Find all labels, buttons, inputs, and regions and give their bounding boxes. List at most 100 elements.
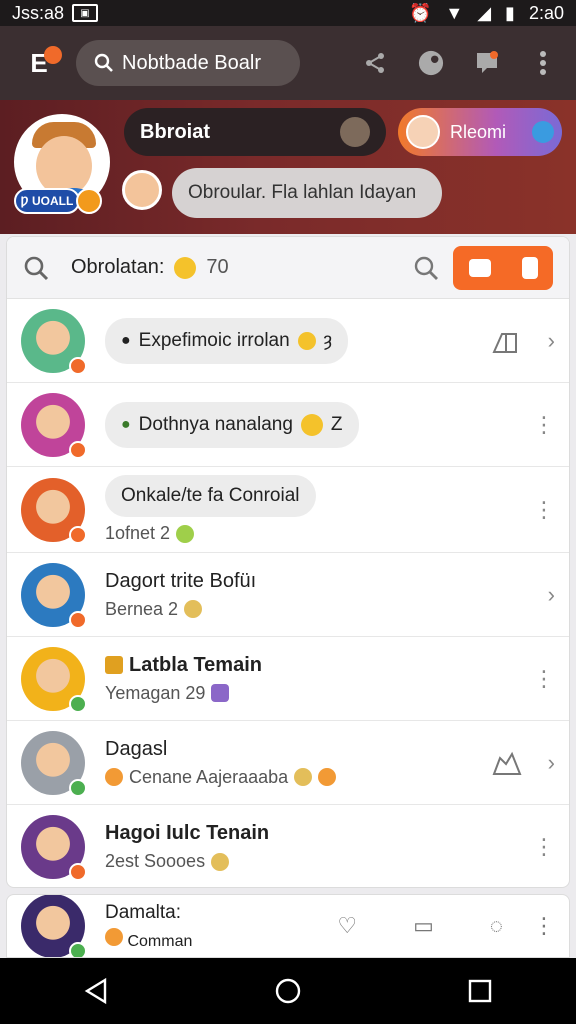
search-icon[interactable] bbox=[23, 255, 49, 281]
battery-icon: ▮ bbox=[505, 2, 515, 23]
back-icon bbox=[84, 977, 107, 1005]
message-trail: ȝ bbox=[323, 329, 332, 351]
alarm-icon: ⏰ bbox=[408, 2, 432, 23]
tag-emoji-icon bbox=[105, 656, 123, 674]
contact-name: Dagort trite Bofüı bbox=[105, 569, 257, 592]
emoji-icon bbox=[105, 927, 123, 946]
message-text: Onkale/te fa Conroial bbox=[121, 485, 300, 506]
search-icon bbox=[94, 53, 113, 72]
more-vert-icon[interactable]: ⋮ bbox=[533, 834, 555, 860]
star-emoji-icon bbox=[105, 768, 123, 786]
notification-icon bbox=[477, 51, 498, 73]
chat-row[interactable]: Hagoi Iulc Tenain 2est Soooes ⋮ bbox=[7, 805, 569, 887]
avatar bbox=[21, 895, 87, 957]
message-text: Dothnya nanalang bbox=[138, 413, 293, 435]
message-preview: Bernea 2 bbox=[105, 598, 179, 619]
more-options-button[interactable] bbox=[530, 50, 556, 76]
message-bubble: Onkale/te fa Conroial bbox=[105, 475, 316, 517]
chat-row[interactable]: Onkale/te fa Conroial 1ofnet 2 ⋮ bbox=[7, 467, 569, 553]
avatar bbox=[21, 308, 87, 375]
message-preview: Comman bbox=[127, 932, 193, 950]
avatar bbox=[21, 646, 87, 713]
profile-chip[interactable]: Rleomi bbox=[398, 108, 562, 156]
comment-icon[interactable]: ▭ bbox=[413, 913, 434, 939]
avatar bbox=[21, 562, 87, 629]
sticker-button[interactable] bbox=[418, 50, 444, 76]
small-avatar[interactable] bbox=[122, 170, 162, 210]
logo-badge-icon bbox=[44, 46, 62, 64]
profile-name: Bbroiat bbox=[140, 120, 210, 143]
contact-name: Hagoi Iulc Tenain bbox=[105, 822, 270, 844]
system-nav-bar bbox=[0, 958, 576, 1024]
recents-button[interactable] bbox=[460, 971, 500, 1011]
message-preview: 1ofnet 2 bbox=[105, 523, 171, 543]
message-text: Expefimoic irrolan bbox=[138, 329, 290, 351]
wifi-icon: ▼ bbox=[445, 2, 464, 23]
message-preview: Cenane Aajeraaaba bbox=[129, 766, 289, 787]
more-vert-icon bbox=[540, 51, 546, 75]
search-icon[interactable] bbox=[413, 255, 439, 281]
chat-row[interactable]: Latbla Temain Yemagan 29 ⋮ bbox=[7, 637, 569, 721]
badge-coin-icon bbox=[76, 188, 102, 214]
more-vert-icon[interactable]: ⋮ bbox=[533, 913, 555, 939]
message-bubble: ● Dothnya nanalang Z bbox=[105, 401, 359, 448]
chat-row-partial[interactable]: Damalta: Comman ♡ ▭ ◌ ⋮ bbox=[6, 894, 570, 958]
avatar bbox=[21, 392, 87, 459]
sticker-icon bbox=[418, 50, 444, 76]
chat-list-title: Obrolatan: bbox=[71, 256, 165, 278]
contact-name: Dagasl bbox=[105, 737, 168, 760]
mini-avatar-icon bbox=[340, 117, 370, 147]
message-preview: Yemagan 29 bbox=[105, 682, 206, 703]
chat-row[interactable]: ● Expefimoic irrolan ȝ › bbox=[7, 299, 569, 383]
avatar bbox=[21, 730, 87, 797]
bookmark-icon bbox=[521, 256, 538, 279]
status-time-left: Jss:a8 bbox=[12, 2, 65, 23]
profile-name-pill[interactable]: Bbroiat bbox=[124, 108, 386, 156]
contact-name: Latbla Temain bbox=[129, 653, 262, 676]
chip-avatar bbox=[406, 115, 440, 149]
bubble-icon[interactable]: ◌ bbox=[490, 913, 503, 939]
home-button[interactable] bbox=[268, 971, 308, 1011]
chat-icon bbox=[468, 258, 491, 277]
share-button[interactable] bbox=[362, 50, 388, 76]
recents-icon bbox=[468, 979, 492, 1003]
cloud-icon[interactable] bbox=[492, 750, 522, 776]
avatar bbox=[21, 815, 87, 881]
heart-icon[interactable]: ♡ bbox=[337, 913, 357, 939]
chevron-right-icon[interactable]: › bbox=[548, 328, 555, 354]
chat-row[interactable]: ● Dothnya nanalang Z ⋮ bbox=[7, 383, 569, 467]
message-trail: Z bbox=[330, 413, 343, 435]
copy-icon[interactable] bbox=[492, 328, 522, 354]
status-bar: Jss:a8 ▣ ⏰ ▼ ◢ ▮ 2:a0 bbox=[0, 0, 576, 26]
coin-emoji-icon bbox=[184, 600, 203, 618]
notification-button[interactable] bbox=[474, 50, 500, 76]
chat-row[interactable]: Dagort trite Bofüı Bernea 2 › bbox=[7, 553, 569, 637]
status-time-right: 2:a0 bbox=[528, 2, 564, 23]
back-button[interactable] bbox=[76, 971, 116, 1011]
chevron-right-icon[interactable]: › bbox=[548, 750, 555, 776]
search-text: Nobtbade Boalr bbox=[122, 51, 261, 74]
chevron-right-icon[interactable]: › bbox=[548, 582, 555, 608]
chip-label: Rleomi bbox=[450, 121, 507, 142]
app-logo[interactable]: E bbox=[14, 38, 64, 88]
more-vert-icon[interactable]: ⋮ bbox=[533, 412, 555, 438]
home-icon bbox=[275, 978, 301, 1004]
more-vert-icon[interactable]: ⋮ bbox=[533, 497, 555, 523]
share-icon bbox=[366, 53, 384, 73]
leaf-icon: ● bbox=[121, 415, 131, 433]
profile-badge: Ƿ UOALL bbox=[14, 188, 80, 214]
globe-icon bbox=[532, 121, 554, 143]
heart-eyes-emoji-icon bbox=[300, 413, 323, 436]
chat-list-card: Obrolatan: 70 ● Expefimoic irrolan ȝ › ●… bbox=[6, 236, 570, 888]
new-chat-button[interactable] bbox=[453, 245, 553, 290]
app-bar: E Nobtbade Boalr bbox=[0, 26, 576, 100]
more-vert-icon[interactable]: ⋮ bbox=[533, 666, 555, 692]
banner-message[interactable]: Obroular. Fla lahlan Idayan bbox=[172, 168, 442, 218]
search-bar[interactable]: Nobtbade Boalr bbox=[76, 40, 300, 86]
message-bubble: ● Expefimoic irrolan ȝ bbox=[105, 317, 348, 364]
coin-emoji-icon bbox=[211, 852, 230, 871]
fruit-emoji-icon bbox=[176, 524, 195, 543]
chat-row[interactable]: Dagasl Cenane Aajeraaaba › bbox=[7, 721, 569, 805]
chat-list-header: Obrolatan: 70 bbox=[7, 237, 569, 299]
signal-icon: ◢ bbox=[477, 2, 492, 23]
